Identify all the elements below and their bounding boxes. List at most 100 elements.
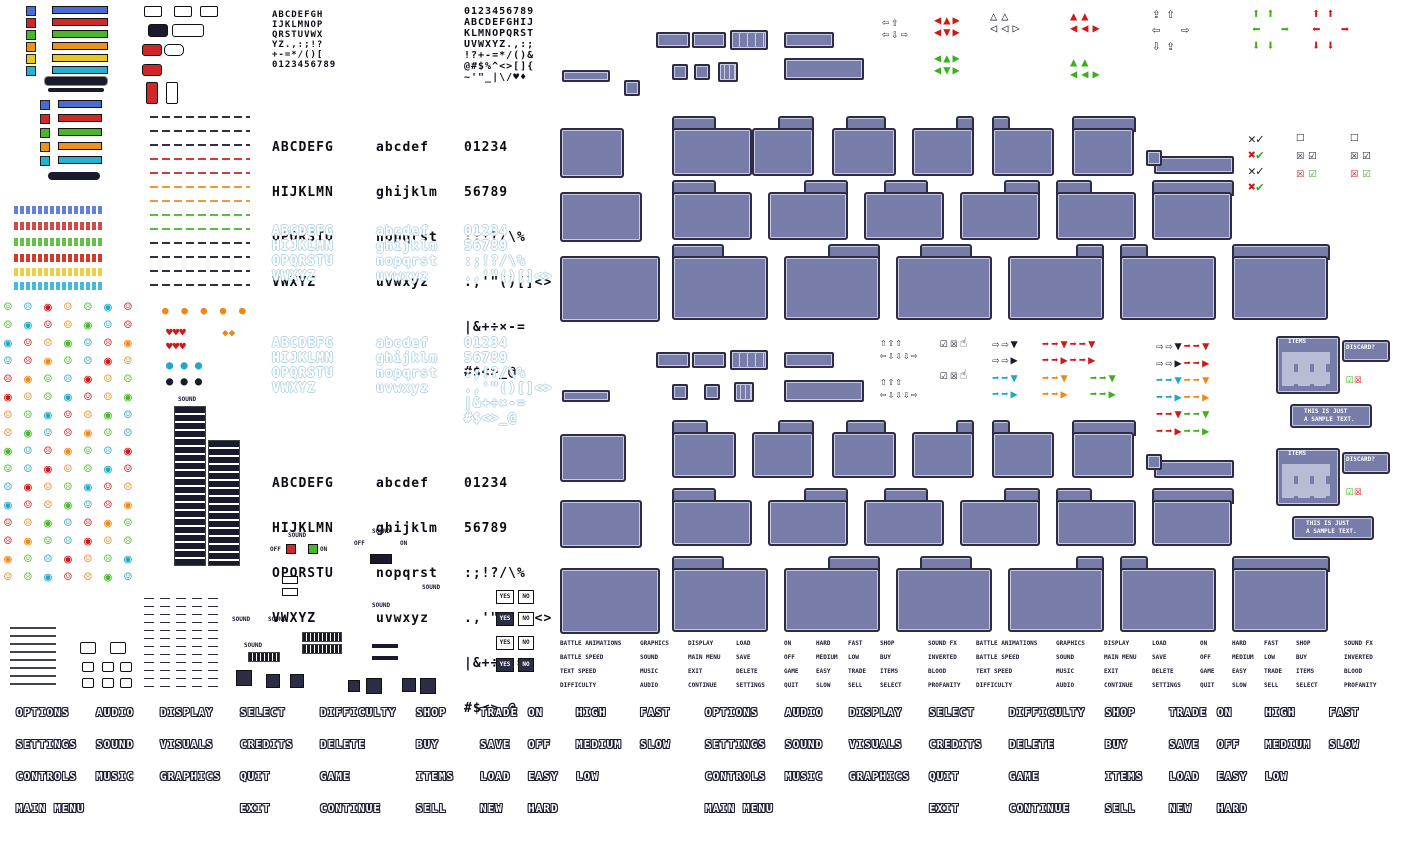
emoticon-icon: ◉ bbox=[124, 336, 132, 351]
panel-body bbox=[960, 500, 1040, 546]
menu-word: NEW bbox=[480, 802, 503, 815]
white-btn-3[interactable] bbox=[82, 662, 94, 672]
no-button-2[interactable]: NO bbox=[518, 612, 534, 626]
menu-word: TRADE bbox=[1169, 706, 1208, 719]
tiny-word-label: TRADE bbox=[848, 668, 867, 675]
white-btn-4[interactable] bbox=[102, 662, 114, 672]
emoticon-icon: ☺ bbox=[64, 570, 72, 585]
digits-faded: 01234 56789 :;!?/\% .,'"()[]<> bbox=[464, 224, 553, 284]
square-btn-7[interactable] bbox=[420, 678, 436, 694]
emoticon-icon: ◉ bbox=[24, 372, 32, 387]
menu-word: ON bbox=[528, 706, 544, 719]
menu-word: SLOW bbox=[1329, 738, 1360, 751]
tiny-word-label: SHOP bbox=[1296, 640, 1311, 647]
mini-square-red-2 bbox=[40, 114, 50, 124]
tiny-word-label: PROFANITY bbox=[1344, 682, 1377, 689]
scroll-bar-1[interactable] bbox=[1154, 156, 1234, 174]
panel-r3-6 bbox=[1120, 244, 1216, 320]
white-btn-8[interactable] bbox=[120, 678, 132, 688]
tiny-word-label: SOUND FX bbox=[1344, 640, 1373, 647]
checkbox-icons-2: ☐ ☒☑ ☒☑ bbox=[1296, 129, 1321, 181]
menu-word: SHOP bbox=[416, 706, 447, 719]
tiny-word-label: GRAPHICS bbox=[1056, 640, 1085, 647]
small-sq-b2 bbox=[704, 384, 720, 400]
yes-button-2[interactable]: YES bbox=[496, 612, 514, 626]
emoticon-icon: ◉ bbox=[84, 372, 92, 387]
white-btn-2[interactable] bbox=[110, 642, 126, 654]
tiny-word-label: GAME bbox=[1200, 668, 1215, 675]
emoticon-icon: ☹ bbox=[124, 534, 132, 549]
emoticon-icon: ◉ bbox=[84, 534, 92, 549]
sample-text-1b: A SAMPLE TEXT. bbox=[1304, 416, 1355, 423]
menu-word: LOW bbox=[576, 770, 599, 783]
sample-text-1a: THIS IS JUST bbox=[1304, 408, 1348, 415]
menu-word: SHOP bbox=[1105, 706, 1136, 719]
tiny-word-label: BATTLE SPEED bbox=[560, 654, 604, 661]
square-btn-4[interactable] bbox=[348, 680, 360, 692]
emoticon-icon: ☺ bbox=[64, 462, 72, 477]
menu-words-right: OPTIONS SETTINGS CONTROLS MAIN MENU AUDIO SOU… bbox=[705, 706, 1385, 836]
toggle-on-box[interactable] bbox=[308, 544, 318, 554]
emoticon-icon: ☹ bbox=[104, 498, 112, 513]
panel-body bbox=[672, 192, 752, 240]
discard-check-cross-1[interactable]: ☑☒ bbox=[1346, 373, 1362, 386]
arrow-row-red: ➡➡▼➡➡▼ bbox=[1042, 337, 1098, 351]
panel-r5-7 bbox=[1152, 488, 1234, 546]
square-btn-3[interactable] bbox=[290, 674, 304, 688]
emoticon-icon: ☹ bbox=[84, 408, 92, 423]
no-button-4[interactable]: NO bbox=[518, 658, 534, 672]
square-btn-6[interactable] bbox=[402, 678, 416, 692]
tiny-word-label: QUIT bbox=[1200, 682, 1215, 689]
panel-body bbox=[752, 432, 814, 478]
white-btn-5[interactable] bbox=[120, 662, 132, 672]
discard-check-cross-2[interactable]: ☑☒ bbox=[1346, 485, 1362, 498]
scroll-bar-2[interactable] bbox=[1154, 460, 1234, 478]
toggle-off-box[interactable] bbox=[286, 544, 296, 554]
volume-meter-4 bbox=[372, 644, 398, 648]
move-icons-red: ⬆⬆ ⬅ ➡ ⬇⬇ bbox=[1312, 6, 1356, 54]
yes-button-1[interactable]: YES bbox=[496, 590, 514, 604]
slider-track-2[interactable] bbox=[282, 588, 298, 596]
emoticon-icon: ☹ bbox=[84, 462, 92, 477]
panel-body bbox=[1152, 192, 1232, 240]
square-btn-5[interactable] bbox=[366, 678, 382, 694]
arrow-row-cyan: ➡➡▼ bbox=[992, 371, 1020, 385]
emoticon-icon: ◉ bbox=[104, 462, 112, 477]
tiny-word-label: BATTLE SPEED bbox=[976, 654, 1020, 661]
arrow-icons-red-2: ▲▲ ◀◀▶ bbox=[1070, 9, 1104, 35]
slider-knob[interactable] bbox=[370, 554, 392, 564]
panel-body bbox=[912, 432, 974, 478]
tiny-word-label: SLOW bbox=[1232, 682, 1247, 689]
meter-bar-green bbox=[52, 30, 108, 38]
no-button-1[interactable]: NO bbox=[518, 590, 534, 604]
yes-button-4[interactable]: YES bbox=[496, 658, 514, 672]
tiny-word-label: BUY bbox=[1296, 654, 1307, 661]
scroll-knob-1[interactable] bbox=[1146, 150, 1162, 166]
square-btn-2[interactable] bbox=[266, 674, 280, 688]
panel-r6-5 bbox=[1008, 556, 1104, 632]
emoticon-icon: ☺ bbox=[24, 498, 32, 513]
white-btn-7[interactable] bbox=[102, 678, 114, 688]
arrow-icons-green-1: ◀▲▶ ◀▼▶ bbox=[934, 51, 962, 77]
emoticon-icon: ◉ bbox=[124, 498, 132, 513]
square-btn-1[interactable] bbox=[236, 670, 252, 686]
slider-track[interactable] bbox=[282, 576, 298, 584]
no-button-3[interactable]: NO bbox=[518, 636, 534, 650]
emoticon-icon: ☹ bbox=[124, 318, 132, 333]
white-btn-6[interactable] bbox=[82, 678, 94, 688]
emoticon-icon: ☹ bbox=[104, 390, 112, 405]
scroll-knob-2[interactable] bbox=[1146, 454, 1162, 470]
emoticon-icon: ☹ bbox=[4, 318, 12, 333]
tiny-word-label: SELECT bbox=[1296, 682, 1318, 689]
white-btn-1[interactable] bbox=[80, 642, 96, 654]
yes-button-3[interactable]: YES bbox=[496, 636, 514, 650]
panel-r2-4 bbox=[864, 180, 944, 240]
items-slots-1 bbox=[1282, 352, 1330, 386]
tiny-word-label: MAIN MENU bbox=[1104, 654, 1137, 661]
small-sq-grid bbox=[718, 62, 738, 82]
emoticon-icon: ◉ bbox=[84, 480, 92, 495]
volume-meter-2 bbox=[302, 632, 342, 642]
panel-body bbox=[1232, 568, 1328, 632]
sound-bars-column: SOUND bbox=[172, 396, 242, 566]
items-slots-2 bbox=[1282, 464, 1330, 498]
